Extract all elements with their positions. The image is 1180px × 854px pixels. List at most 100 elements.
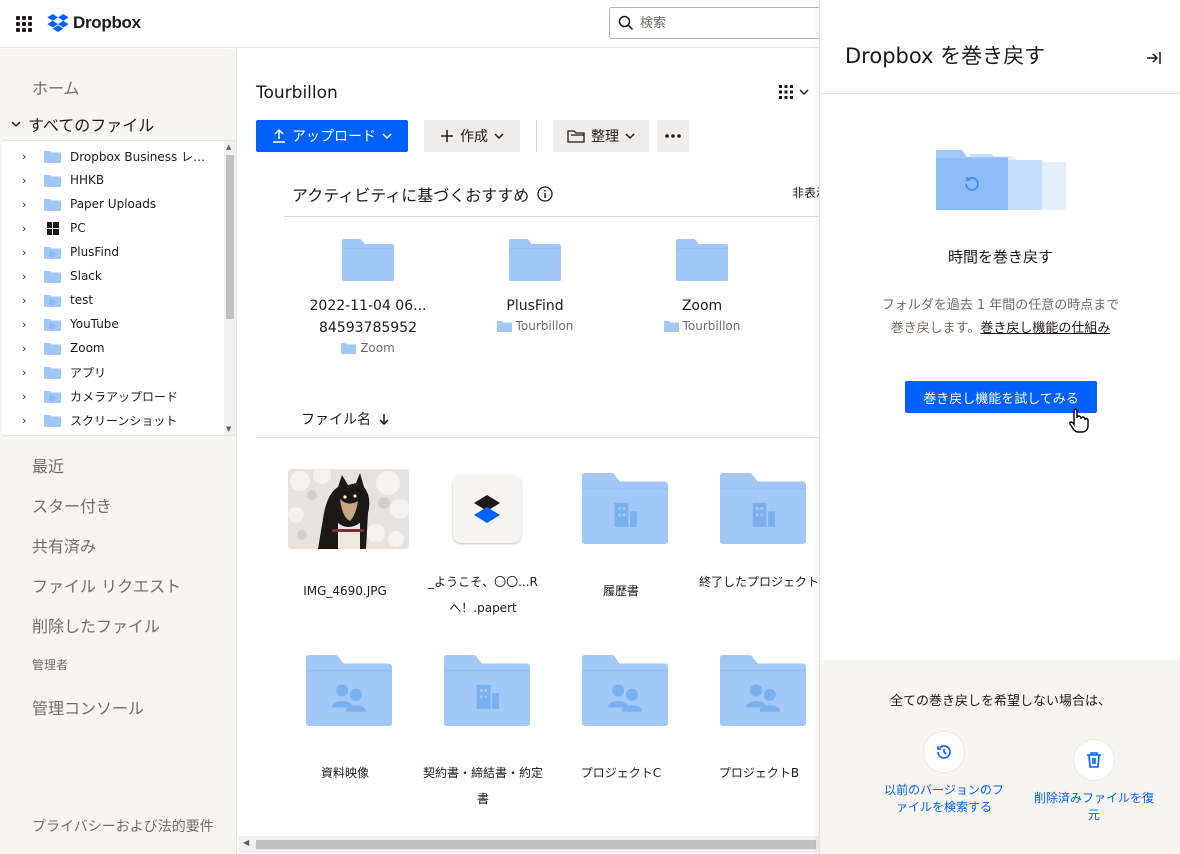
tree-item[interactable]: › HHKB xyxy=(2,168,224,192)
team-folder-icon xyxy=(720,473,806,544)
file-name[interactable]: 資料映像 xyxy=(280,760,410,786)
nav-all-files[interactable]: すべてのファイル xyxy=(10,112,154,136)
horizontal-scrollbar[interactable]: ◀ xyxy=(239,836,819,853)
chevron-down-icon xyxy=(799,89,809,96)
nav-recent[interactable]: 最近 xyxy=(32,453,64,477)
info-icon[interactable] xyxy=(537,186,553,202)
shared-folder-tile[interactable] xyxy=(720,655,806,730)
tree-item[interactable]: › アプリ xyxy=(2,360,224,384)
tree-item[interactable]: › PC xyxy=(2,216,224,240)
search-previous-versions-label: 以前のバージョンのファイルを検索する xyxy=(884,783,1004,814)
chevron-right-icon[interactable]: › xyxy=(22,150,32,163)
tree-item[interactable]: › Zoom xyxy=(2,336,224,360)
hand-cursor-icon xyxy=(1069,408,1089,433)
suggestion-location: Zoom xyxy=(293,341,443,355)
search-previous-versions-option[interactable]: 以前のバージョンのファイルを検索する xyxy=(884,732,1004,816)
more-options-button[interactable] xyxy=(657,120,689,152)
chevron-right-icon[interactable]: › xyxy=(22,270,32,283)
nav-starred[interactable]: スター付き xyxy=(32,493,112,517)
tree-scroll-thumb[interactable] xyxy=(226,155,234,319)
tree-scrollbar[interactable]: ▲ ▼ xyxy=(224,141,236,435)
chevron-right-icon[interactable]: › xyxy=(22,342,32,355)
chevron-right-icon[interactable]: › xyxy=(22,198,32,211)
scroll-down-icon[interactable]: ▼ xyxy=(226,425,231,433)
chevron-right-icon[interactable]: › xyxy=(22,318,32,331)
folder-icon xyxy=(676,239,728,281)
chevron-right-icon[interactable]: › xyxy=(22,174,32,187)
chevron-right-icon[interactable]: › xyxy=(22,414,32,427)
paper-doc-icon[interactable] xyxy=(453,475,521,543)
nav-file-requests[interactable]: ファイル リクエスト xyxy=(32,573,181,597)
shared-folder-icon xyxy=(582,655,668,726)
tree-item[interactable]: › test xyxy=(2,288,224,312)
search-input[interactable] xyxy=(640,15,820,31)
chevron-down-icon xyxy=(494,133,504,140)
nav-all-files-label: すべてのファイル xyxy=(28,116,155,135)
tree-item[interactable]: › Slack xyxy=(2,264,224,288)
sort-by-name[interactable]: ファイル名 xyxy=(301,409,389,429)
restore-deleted-files-option[interactable]: 削除済みファイルを復元 xyxy=(1034,740,1154,824)
organize-button[interactable]: 整理 xyxy=(553,120,649,152)
upload-button[interactable]: アップロード xyxy=(256,120,408,152)
folder-tree[interactable]: › Dropbox Business レポ... › HHKB › Paper Uploa… xyxy=(2,140,236,436)
chevron-right-icon[interactable]: › xyxy=(22,246,32,259)
tree-item[interactable]: › Dropbox Business レポ... xyxy=(2,144,224,168)
tree-item[interactable]: › YouTube xyxy=(2,312,224,336)
team-folder-tile[interactable] xyxy=(444,655,530,730)
file-name[interactable]: プロジェクトC xyxy=(556,760,686,786)
privacy-link[interactable]: プライバシーおよび法的要件 xyxy=(32,817,222,837)
file-name[interactable]: _ようこそ、〇〇...Rへ！.papert xyxy=(418,569,548,621)
arrow-down-icon xyxy=(379,414,389,425)
shared-folder-icon xyxy=(44,294,61,307)
folder-icon xyxy=(44,342,61,355)
chevron-right-icon[interactable]: › xyxy=(22,366,32,379)
how-rewind-works-link[interactable]: 巻き戻し機能の仕組み xyxy=(980,321,1110,336)
suggestion-card[interactable]: PlusFind Tourbillon xyxy=(460,239,610,333)
nav-deleted-files[interactable]: 削除したファイル xyxy=(32,613,160,637)
divider xyxy=(284,216,819,217)
dropbox-logo[interactable]: Dropbox xyxy=(47,13,141,33)
suggestion-name-line2: 84593785952 xyxy=(319,320,417,336)
chevron-right-icon[interactable]: › xyxy=(22,390,32,403)
tree-item-label: アプリ xyxy=(70,365,107,380)
tree-item[interactable]: › PlusFind xyxy=(2,240,224,264)
folder-outline-icon xyxy=(567,130,585,143)
file-name[interactable]: 契約書・締結書・約定書 xyxy=(418,760,548,812)
shared-folder-tile[interactable] xyxy=(306,655,392,730)
chevron-right-icon[interactable]: › xyxy=(22,222,32,235)
create-button[interactable]: 作成 xyxy=(424,120,520,152)
suggestion-card[interactable]: 2022-11-04 06... 84593785952 Zoom xyxy=(293,239,443,355)
image-thumbnail[interactable] xyxy=(288,469,409,549)
team-folder-icon xyxy=(582,473,668,544)
tree-item[interactable]: › カメラアップロード xyxy=(2,384,224,408)
file-name[interactable]: 履歴書 xyxy=(556,578,686,604)
hide-suggestions-link[interactable]: 非表示 xyxy=(792,184,819,201)
view-toggle[interactable] xyxy=(779,85,809,99)
file-name[interactable]: 終了したプロジェクト xyxy=(694,569,819,595)
tree-item-label: Paper Uploads xyxy=(70,197,157,211)
breadcrumb[interactable]: Tourbillon xyxy=(256,83,338,103)
nav-home[interactable]: ホーム xyxy=(32,75,80,99)
tree-item[interactable]: › スクリーンショット xyxy=(2,408,224,432)
horizontal-scroll-thumb[interactable] xyxy=(256,840,816,849)
nav-shared[interactable]: 共有済み xyxy=(32,533,96,557)
folder-icon xyxy=(663,321,679,332)
rewind-folder-illustration xyxy=(936,150,1066,210)
tree-item[interactable]: › Paper Uploads xyxy=(2,192,224,216)
shared-folder-tile[interactable] xyxy=(582,655,668,730)
file-name[interactable]: IMG_4690.JPG xyxy=(280,578,410,604)
nav-admin-console[interactable]: 管理コンソール xyxy=(32,695,144,719)
team-folder-tile[interactable] xyxy=(582,473,668,548)
team-folder-tile[interactable] xyxy=(720,473,806,548)
app-grid-icon[interactable] xyxy=(16,16,32,32)
file-name[interactable]: プロジェクトB xyxy=(694,760,819,786)
scroll-left-icon[interactable]: ◀ xyxy=(243,838,249,847)
suggestion-card[interactable]: Zoom Tourbillon xyxy=(627,239,777,333)
collapse-panel-icon[interactable] xyxy=(1146,50,1162,66)
panel-title: Dropbox を巻き戻す xyxy=(845,44,1046,68)
search-box[interactable] xyxy=(609,7,849,39)
chevron-right-icon[interactable]: › xyxy=(22,294,32,307)
tree-item-label: Zoom xyxy=(70,341,105,355)
divider xyxy=(820,93,1180,94)
scroll-up-icon[interactable]: ▲ xyxy=(226,143,231,151)
